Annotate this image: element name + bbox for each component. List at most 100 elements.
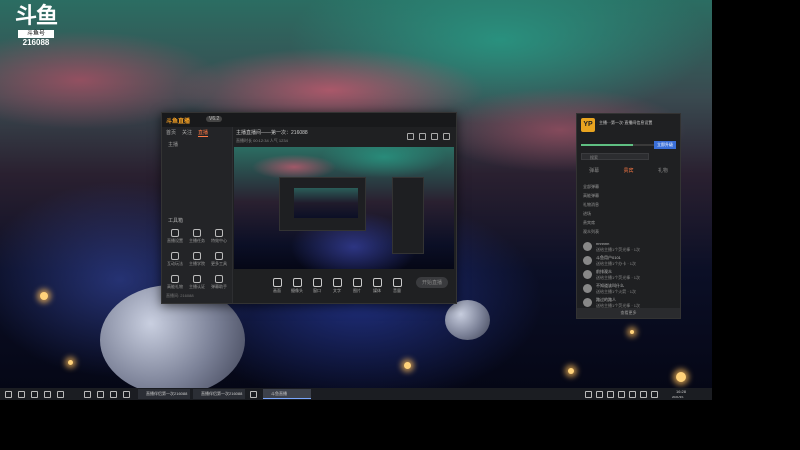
network-icon[interactable] — [651, 391, 658, 398]
panel-footer-button[interactable]: 查看更多 — [577, 308, 680, 318]
app-version-badge: V6.2 — [206, 116, 223, 122]
app-icon[interactable] — [97, 391, 104, 398]
text-icon — [332, 278, 342, 287]
tab-live[interactable]: 直播 — [198, 129, 209, 137]
watermark-room: 216088 — [22, 38, 50, 47]
menu-item[interactable]: 礼物消息 — [583, 202, 599, 211]
star — [40, 292, 48, 300]
sidebar-tabs: 首页 关注 直播 — [166, 129, 228, 137]
panel-menu: 全部弹幕 高能弹幕 礼物消息 进场 贵宾席 观众列表 — [583, 184, 599, 238]
tool-icon — [171, 252, 179, 260]
tab-danmaku[interactable]: 弹幕 — [589, 167, 599, 174]
sidebar-footer: 直播间: 216088 — [166, 293, 194, 298]
panel-title: 主播···第一次·直播间信息设置 — [599, 120, 653, 125]
nested-preview — [294, 188, 358, 218]
search-input[interactable]: 搜索 — [581, 153, 649, 160]
tool-item[interactable]: 高能礼物 — [164, 275, 186, 290]
taskbar-task[interactable]: 直播伴侣第一次216088 — [138, 389, 190, 399]
preview-meta: 直播时长 00:12:34 人气 1234 — [236, 138, 288, 143]
level-progress — [581, 144, 655, 146]
tray-icon[interactable] — [585, 391, 592, 398]
upgrade-button[interactable]: 立即升级 — [654, 141, 676, 149]
taskbar-task[interactable]: 直播伴侣第一次216088 — [193, 389, 245, 399]
tool-scene[interactable]: 画面 — [270, 278, 284, 294]
app-icon[interactable] — [110, 391, 117, 398]
tool-item[interactable]: 特效中心 — [208, 229, 230, 244]
tool-media[interactable]: 媒体 — [370, 278, 384, 294]
star — [68, 360, 73, 365]
browser-icon[interactable] — [44, 391, 51, 398]
sidebar-user[interactable]: 主播 — [168, 141, 178, 148]
menu-item[interactable]: 观众列表 — [583, 229, 599, 238]
camera-icon — [292, 278, 302, 287]
tab-gifts[interactable]: 礼物 — [658, 167, 668, 174]
star — [568, 368, 574, 374]
tab-home[interactable]: 首页 — [166, 129, 176, 137]
record-icon[interactable] — [431, 133, 438, 140]
folder-icon[interactable] — [57, 391, 64, 398]
list-item[interactable]: 不知道该叫什么 送给主播1个火箭 · 1次 — [583, 283, 673, 296]
app-titlebar[interactable]: 斗鱼直播 V6.2 — [162, 113, 456, 127]
app-icon[interactable] — [84, 391, 91, 398]
avatar[interactable]: YP — [581, 118, 595, 132]
list-item[interactable]: 前排观众 送给主播1个荧光棒 · 1次 — [583, 269, 673, 282]
task-view-icon[interactable] — [31, 391, 38, 398]
app-icon[interactable] — [123, 391, 130, 398]
tool-item[interactable]: 更多工具 — [208, 252, 230, 267]
level-progress-fill — [581, 144, 633, 146]
menu-item[interactable]: 贵宾席 — [583, 220, 599, 229]
tab-vip[interactable]: 贵宾 — [623, 167, 633, 174]
volume-icon[interactable] — [640, 391, 647, 398]
tool-camera[interactable]: 摄像头 — [290, 278, 304, 294]
tool-volume[interactable]: 音量 — [390, 278, 404, 294]
tool-item[interactable]: 弹幕助手 — [208, 275, 230, 290]
nested-panel — [392, 177, 424, 254]
menu-item[interactable]: 进场 — [583, 211, 599, 220]
tool-icon — [215, 229, 223, 237]
tool-item[interactable]: 互动玩法 — [164, 252, 186, 267]
tool-item[interactable]: 主播认证 — [186, 275, 208, 290]
taskbar: 直播伴侣第一次216088 直播伴侣第一次216088 斗鱼直播 16:28 2… — [0, 388, 712, 400]
list-item[interactable]: nnnnnn 送给主播1个荧光棒 · 1次 — [583, 241, 673, 254]
desktop-wallpaper: 斗鱼 斗鱼号 216088 斗鱼直播 V6.2 首页 关注 直播 主播 工具箱 … — [0, 0, 712, 388]
stream-preview[interactable] — [234, 147, 454, 269]
tool-item[interactable]: 直播设置 — [164, 229, 186, 244]
tool-grid: 直播设置 主播任务 特效中心 互动玩法 主播学院 更多工具 高能礼物 主播认证 … — [164, 229, 230, 290]
settings-icon[interactable] — [407, 133, 414, 140]
watermark-mark: 斗鱼 — [14, 4, 58, 29]
tool-icon — [171, 229, 179, 237]
tool-text[interactable]: 文字 — [330, 278, 344, 294]
tray-icon[interactable] — [596, 391, 603, 398]
share-icon[interactable] — [443, 133, 450, 140]
tool-image[interactable]: 图片 — [350, 278, 364, 294]
tool-icon — [171, 275, 179, 283]
layout-icon[interactable] — [419, 133, 426, 140]
menu-item[interactable]: 高能弹幕 — [583, 193, 599, 202]
avatar — [583, 256, 592, 265]
tab-follow[interactable]: 关注 — [182, 129, 192, 137]
tool-icon — [215, 252, 223, 260]
chat-panel: YP 主播···第一次·直播间信息设置 立即升级 搜索 弹幕 贵宾 礼物 全部弹… — [576, 113, 681, 319]
scene-icon — [272, 278, 282, 287]
star — [404, 362, 411, 369]
app-icon[interactable] — [250, 391, 257, 398]
search-icon[interactable] — [18, 391, 25, 398]
menu-item[interactable]: 全部弹幕 — [583, 184, 599, 193]
tool-icon — [193, 229, 201, 237]
douyu-watermark: 斗鱼 斗鱼号 216088 — [14, 4, 58, 48]
taskbar-task[interactable]: 斗鱼直播 — [263, 389, 311, 399]
tool-window[interactable]: 窗口 — [310, 278, 324, 294]
windows-start-icon[interactable] — [5, 391, 12, 398]
tray-icon[interactable] — [629, 391, 636, 398]
list-item[interactable]: 斗鱼用户0101 送给主播1个办卡 · 1次 — [583, 255, 673, 268]
go-live-button[interactable]: 开始直播 — [415, 277, 448, 288]
app-logo: 斗鱼直播 — [166, 119, 191, 125]
tray-icon[interactable] — [618, 391, 625, 398]
app-sidebar: 首页 关注 直播 主播 工具箱 直播设置 主播任务 特效中心 互动玩法 主播学院… — [162, 127, 233, 303]
tool-icon — [193, 252, 201, 260]
tray-icon[interactable] — [607, 391, 614, 398]
letterbox-right — [712, 0, 800, 450]
tool-icon — [193, 275, 201, 283]
tool-item[interactable]: 主播学院 — [186, 252, 208, 267]
tool-item[interactable]: 主播任务 — [186, 229, 208, 244]
